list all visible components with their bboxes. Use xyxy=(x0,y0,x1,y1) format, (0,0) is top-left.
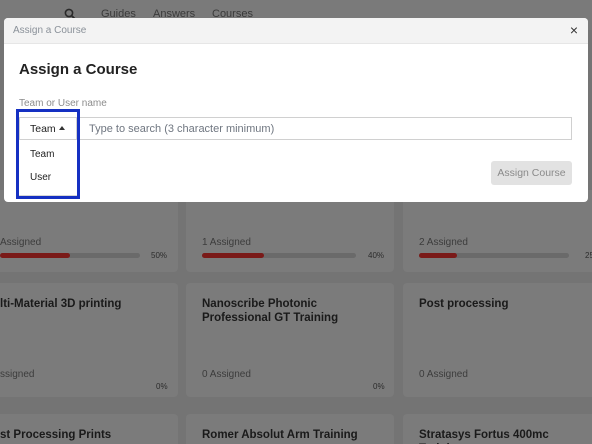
modal-header-title: Assign a Course xyxy=(13,25,87,36)
dropdown-option-user[interactable]: User xyxy=(30,172,51,183)
course-title: lti-Material 3D printing xyxy=(0,298,122,310)
progress-percent: 0% xyxy=(156,382,168,391)
assigned-count: Assigned xyxy=(0,237,42,248)
course-title: Stratasys Fortus 400mc Training xyxy=(419,429,549,444)
assigned-count: ssigned xyxy=(0,369,35,380)
modal-header: Assign a Course × xyxy=(4,18,588,44)
course-title: Romer Absolut Arm Training xyxy=(202,429,358,441)
assigned-count: 0 Assigned xyxy=(419,369,468,380)
modal-title: Assign a Course xyxy=(19,61,138,78)
course-card[interactable]: Nanoscribe Photonic Professional GT Trai… xyxy=(186,283,394,397)
assigned-count: 1 Assigned xyxy=(202,237,251,248)
course-card[interactable]: 2 Assigned 25 xyxy=(403,190,592,272)
progress-fill xyxy=(202,253,264,258)
progress-bar xyxy=(0,253,140,258)
course-card[interactable]: Stratasys Fortus 400mc Training xyxy=(403,414,592,444)
select-value: Team xyxy=(30,123,56,135)
team-user-select[interactable]: Team xyxy=(19,117,77,140)
course-card[interactable]: 1 Assigned 40% xyxy=(186,190,394,272)
select-dropdown-menu: Team User xyxy=(19,141,77,196)
course-title: Nanoscribe Photonic Professional GT Trai… xyxy=(202,298,339,324)
course-title: st Processing Prints xyxy=(0,429,112,441)
progress-percent: 0% xyxy=(373,382,385,391)
course-card[interactable]: Assigned 50% xyxy=(0,190,178,272)
course-card[interactable]: st Processing Prints xyxy=(0,414,178,444)
progress-bar xyxy=(202,253,356,258)
progress-percent: 25 xyxy=(585,251,592,260)
progress-fill xyxy=(0,253,70,258)
close-icon[interactable]: × xyxy=(570,22,578,38)
search-input[interactable] xyxy=(77,117,572,140)
progress-bar xyxy=(419,253,569,258)
course-title: Post processing xyxy=(419,298,509,310)
course-card[interactable]: lti-Material 3D printing ssigned 0% xyxy=(0,283,178,397)
field-label: Team or User name xyxy=(19,98,107,109)
caret-up-icon xyxy=(59,126,65,130)
progress-percent: 40% xyxy=(368,251,385,260)
course-card[interactable]: Post processing 0 Assigned xyxy=(403,283,592,397)
assign-course-modal: Assign a Course × Assign a Course Team o… xyxy=(4,18,588,202)
assigned-count: 2 Assigned xyxy=(419,237,468,248)
assign-course-button[interactable]: Assign Course xyxy=(491,161,572,185)
progress-fill xyxy=(419,253,457,258)
course-card[interactable]: Romer Absolut Arm Training xyxy=(186,414,394,444)
assigned-count: 0 Assigned xyxy=(202,369,251,380)
progress-percent: 50% xyxy=(151,251,168,260)
dropdown-option-team[interactable]: Team xyxy=(30,149,54,160)
